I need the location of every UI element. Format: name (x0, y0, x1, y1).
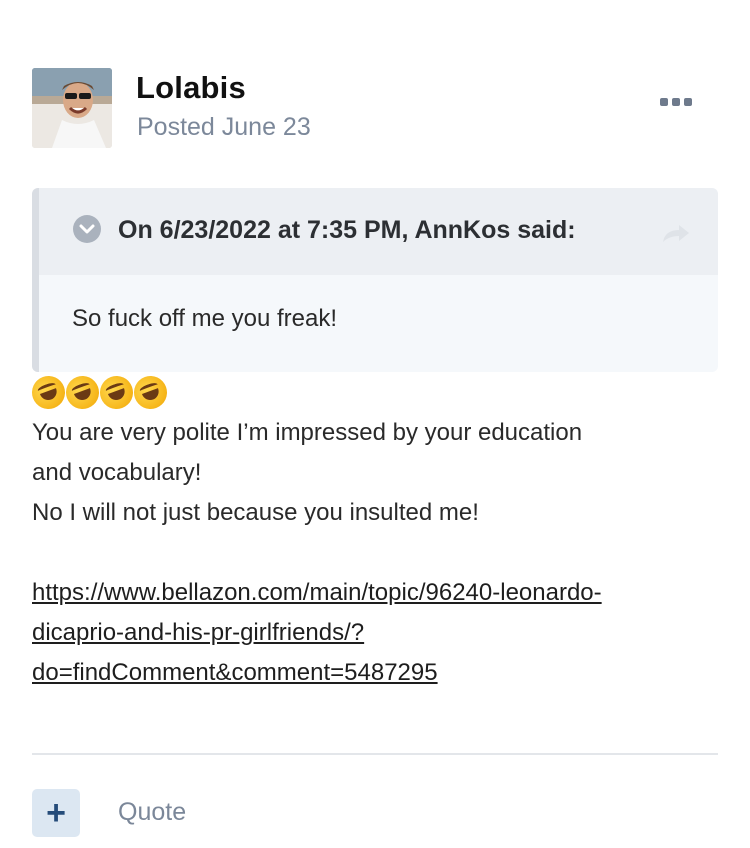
rofl-emoji-icon (95, 371, 138, 414)
rofl-emoji-icon (27, 371, 70, 414)
ellipsis-icon[interactable] (660, 94, 696, 110)
rofl-emoji-icon (129, 371, 172, 414)
plus-reaction-button[interactable]: + (32, 789, 80, 837)
dot (672, 98, 680, 106)
quote-header: On 6/23/2022 at 7:35 PM, AnnKos said: (39, 188, 718, 275)
dot (660, 98, 668, 106)
avatar[interactable] (32, 68, 112, 148)
post-link[interactable]: https://www.bellazon.com/main/topic/9624… (32, 573, 602, 613)
post-link[interactable]: do=findComment&comment=5487295 (32, 653, 438, 693)
body-line-1: You are very polite I’m impressed by you… (32, 419, 583, 446)
avatar-photo (32, 68, 112, 148)
emoji-row: 🤣🤣🤣🤣 (27, 371, 172, 414)
quote-text: So fuck off me you freak! (72, 305, 338, 332)
author-name[interactable]: Lolabis (136, 70, 246, 106)
body-line-2: and vocabulary! (32, 459, 202, 486)
body-line-3: No I will not just because you insulted … (32, 499, 479, 526)
quote-citation: On 6/23/2022 at 7:35 PM, AnnKos said: (118, 216, 576, 244)
share-arrow-icon[interactable] (661, 222, 691, 244)
post-date[interactable]: Posted June 23 (137, 113, 311, 142)
quote-bar (32, 188, 39, 372)
rofl-emoji-icon (61, 371, 104, 414)
divider (32, 753, 718, 755)
chevron-down-icon[interactable] (73, 215, 101, 243)
dot (684, 98, 692, 106)
quote-button[interactable]: Quote (118, 798, 186, 827)
quote-block: On 6/23/2022 at 7:35 PM, AnnKos said: So… (32, 188, 718, 372)
post-link[interactable]: dicaprio-and-his-pr-girlfriends/? (32, 613, 364, 653)
